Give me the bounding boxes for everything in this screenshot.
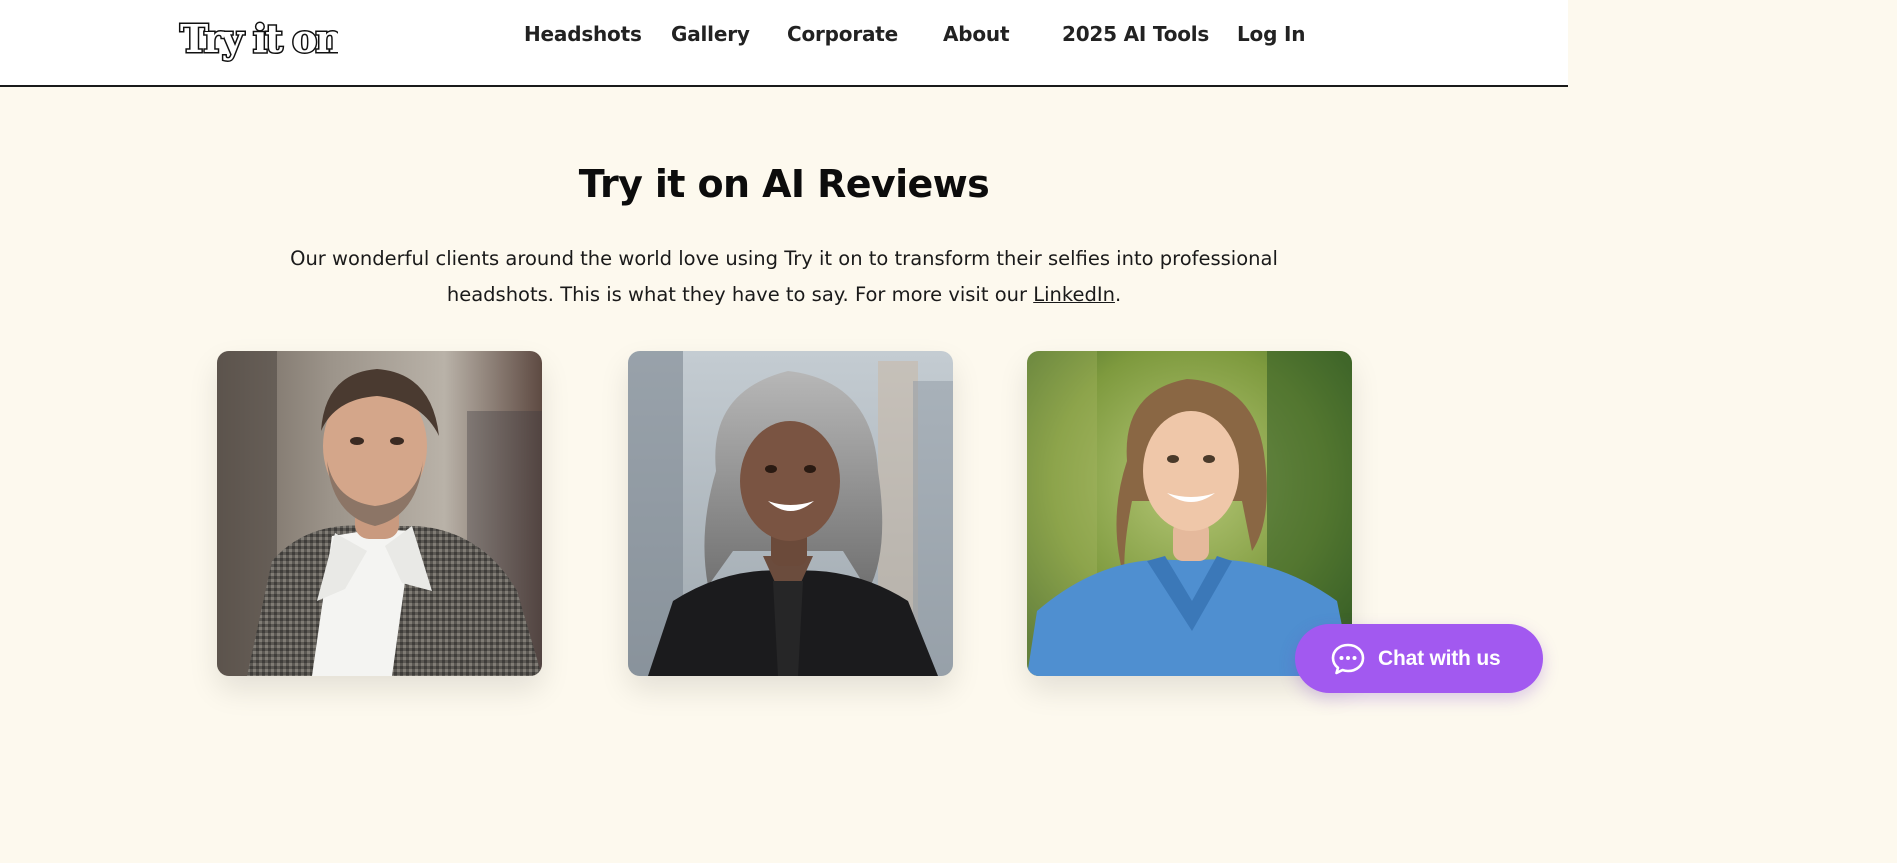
page-title: Try it on AI Reviews [578, 162, 990, 206]
review-photo-1 [217, 351, 542, 676]
nav-2025-ai-tools[interactable]: 2025 AI Tools [1062, 22, 1209, 46]
nav-about[interactable]: About [943, 22, 1010, 46]
logo-wordmark: Try it on [179, 15, 339, 63]
woman-headshot-photo [628, 351, 953, 676]
nurse-headshot-photo [1027, 351, 1352, 676]
chat-with-us-button[interactable]: Chat with us [1295, 624, 1543, 693]
chat-bubble-icon [1330, 641, 1366, 677]
nav-gallery[interactable]: Gallery [671, 22, 750, 46]
chat-button-label: Chat with us [1378, 646, 1501, 670]
man-headshot-photo [217, 351, 542, 676]
nav-corporate[interactable]: Corporate [787, 22, 898, 46]
svg-text:Try it on: Try it on [180, 16, 338, 61]
linkedin-link[interactable]: LinkedIn [1033, 283, 1115, 306]
intro-text: Our wonderful clients around the world l… [284, 241, 1284, 313]
intro-text-body: Our wonderful clients around the world l… [290, 247, 1278, 306]
intro-text-end: . [1114, 283, 1122, 306]
nav-headshots[interactable]: Headshots [524, 22, 642, 46]
review-photo-3 [1027, 351, 1352, 676]
nav-log-in[interactable]: Log In [1237, 22, 1305, 46]
review-photo-2 [628, 351, 953, 676]
site-header: Try it on Headshots Gallery Corporate Ab… [0, 0, 1568, 87]
site-logo[interactable]: Try it on [176, 12, 339, 68]
